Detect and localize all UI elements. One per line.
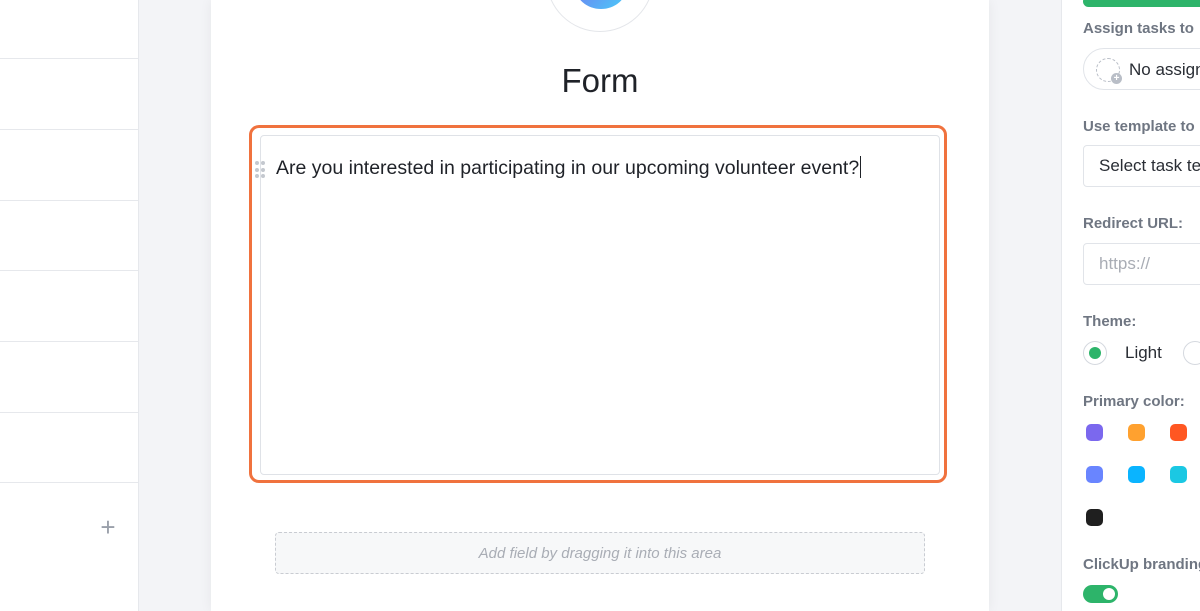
theme-dark-radio[interactable] [1183, 341, 1200, 365]
text-caret [860, 156, 862, 178]
color-swatch-purple[interactable] [1086, 424, 1103, 441]
branding-toggle[interactable] [1083, 585, 1118, 603]
drop-zone-hint: Add field by dragging it into this area [478, 544, 722, 562]
assignee-value: No assignee [1129, 60, 1200, 79]
theme-light-label: Light [1125, 343, 1162, 362]
row-divider [0, 129, 138, 130]
template-label: Use template to [1083, 118, 1195, 135]
form-logo[interactable] [546, 0, 654, 32]
redirect-url-input[interactable]: https:// [1083, 243, 1200, 285]
color-swatch-cyan[interactable] [1170, 466, 1187, 483]
row-divider [0, 200, 138, 201]
question-input[interactable]: Are you interested in participating in o… [276, 156, 916, 180]
add-icon[interactable]: + [97, 514, 119, 540]
color-swatch-red[interactable] [1170, 424, 1187, 441]
settings-panel: Assign tasks to No assignee Use template… [1061, 0, 1200, 611]
drop-zone[interactable]: Add field by dragging it into this area [275, 532, 925, 574]
color-swatch-blue[interactable] [1086, 466, 1103, 483]
question-field[interactable] [260, 135, 940, 475]
add-user-icon [1096, 58, 1122, 84]
question-text: Are you interested in participating in o… [276, 157, 860, 179]
row-divider [0, 58, 138, 59]
primary-color-label: Primary color: [1083, 393, 1185, 410]
color-swatch-sky[interactable] [1128, 466, 1145, 483]
row-divider [0, 412, 138, 413]
form-card: Form Are you interested in participating… [211, 0, 989, 611]
row-divider [0, 270, 138, 271]
branding-label: ClickUp branding [1083, 556, 1200, 573]
theme-light-radio[interactable] [1083, 341, 1107, 365]
assign-label: Assign tasks to [1083, 20, 1194, 37]
row-divider [0, 482, 138, 483]
save-button[interactable] [1083, 0, 1200, 7]
left-sidebar: + [0, 0, 139, 611]
app-page: + Form Are you interested in participati… [0, 0, 1200, 611]
row-divider [0, 341, 138, 342]
theme-label: Theme: [1083, 313, 1137, 330]
color-swatch-black[interactable] [1086, 509, 1103, 526]
drag-handle-icon[interactable] [255, 161, 265, 179]
assignee-picker[interactable]: No assignee [1083, 48, 1200, 90]
template-select[interactable]: Select task template [1083, 145, 1200, 187]
color-swatch-orange[interactable] [1128, 424, 1145, 441]
redirect-label: Redirect URL: [1083, 215, 1184, 232]
logo-icon [575, 0, 627, 9]
form-title[interactable]: Form [211, 62, 989, 100]
